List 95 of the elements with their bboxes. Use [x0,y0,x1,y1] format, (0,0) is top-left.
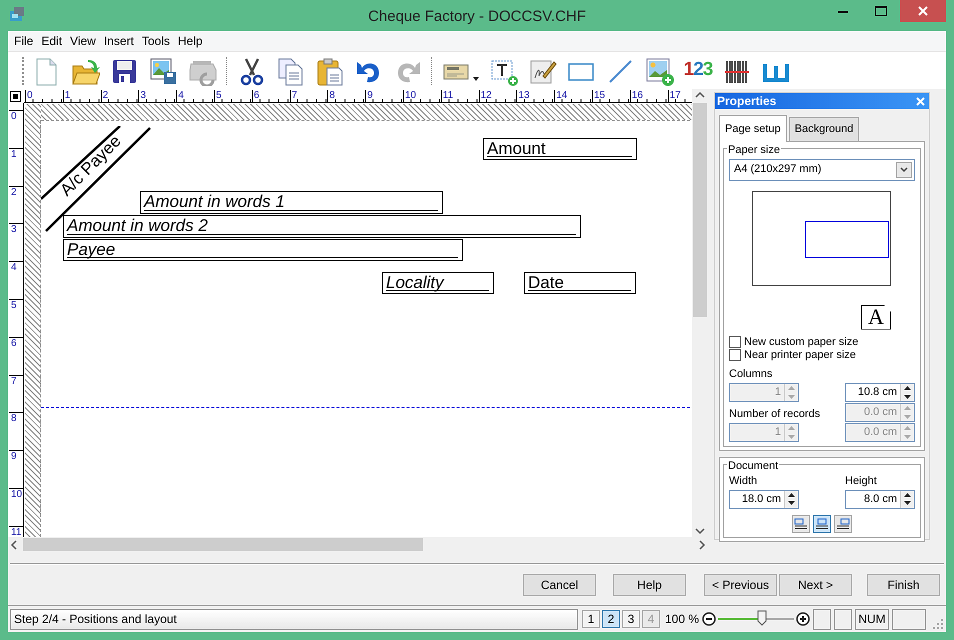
ruler-label: 16 [632,91,643,101]
checkbox[interactable] [729,349,741,361]
ruler-label: 6 [254,91,260,101]
menu-item[interactable]: Insert [100,32,138,50]
text-field[interactable]: Payee [63,239,463,261]
ruler-label: 7 [11,376,17,387]
status-panel [834,608,852,630]
spin-up-icon[interactable] [904,386,911,390]
field-label: Number of records [729,406,822,422]
orientation-icon[interactable]: A [861,304,891,330]
menu-item[interactable]: Tools [138,32,174,50]
field-label: Columns [729,366,774,382]
ruler-label: 12 [480,91,492,101]
ruler-label: 8 [11,414,17,424]
menu-item[interactable]: Edit [37,32,66,50]
spinner-field[interactable]: 18.0 cm [729,490,799,508]
ruler-label: 10 [11,490,22,500]
ruler-label: 0 [11,112,17,122]
save-image-icon[interactable] [148,56,178,86]
alignment-button[interactable] [813,514,831,532]
ruler-label: 2 [11,188,17,198]
text-field[interactable]: Amount [483,138,637,160]
text-field[interactable]: Date [524,272,636,294]
spinner-field[interactable]: 8.0 cm [845,490,915,508]
ruler-label: 15 [594,91,606,101]
ruler-label: 7 [292,91,298,101]
ruler-label: 1 [11,150,17,160]
close-button[interactable] [900,0,946,22]
status-text: Step 2/4 - Positions and layout [10,608,578,630]
alignment-button[interactable] [792,514,810,532]
add-image-icon[interactable] [644,56,674,86]
window-title: Cheque Factory - DOCCSV.CHF [367,7,587,27]
zoom-value: 100 % [664,611,699,628]
text-field[interactable]: Amount in words 2 [63,215,581,238]
alignment-button[interactable] [834,514,852,532]
app-icon [8,5,26,23]
ruler-label: 13 [518,91,530,101]
zoom-slider-thumb[interactable] [757,610,768,626]
status-indicator: NUM [855,608,889,630]
tab[interactable]: Background [788,117,860,140]
page-button[interactable]: 1 [582,610,600,628]
status-panel [892,608,926,630]
field-label: Width [729,474,758,489]
menu-item[interactable]: Help [174,32,207,50]
menu-item[interactable]: View [66,32,100,50]
status-panel [813,608,831,630]
ruler-label: 0 [27,91,33,101]
spin-down-icon[interactable] [904,394,911,399]
number-button[interactable]: 123 [683,54,713,86]
close-icon [918,6,928,16]
maximize-icon[interactable] [875,6,887,16]
ruler-label: 3 [11,225,17,236]
ruler-label: 10 [405,91,416,101]
ruler-label: 4 [11,263,17,274]
dialog-button[interactable]: < Previous [704,574,777,596]
ruler-label: 2 [102,91,108,101]
ruler-label: 4 [178,91,184,101]
text-field[interactable]: Amount in words 1 [140,191,443,214]
menu-item[interactable]: File [10,32,38,50]
ruler-label: 3 [140,91,146,101]
panel-title: Properties [717,93,776,110]
zoom-out-icon[interactable] [702,612,716,626]
ruler-label: 11 [11,528,22,537]
spin-down-icon[interactable] [904,501,911,506]
checkbox-label: New custom paper size [744,336,858,348]
checkbox-label: Near printer paper size [744,348,856,362]
horizontal-scrollbar[interactable] [8,537,708,552]
ruler-label: 1 [64,91,70,101]
ruler-label: 8 [329,91,335,101]
spin-up-icon[interactable] [788,492,795,497]
ruler-label: 17 [670,91,681,101]
ruler-label: 9 [11,452,17,462]
dialog-button[interactable]: Help [613,574,686,596]
spin-down-icon[interactable] [788,501,795,506]
spinner-field[interactable]: 10.8 cm [845,383,915,402]
ruler-label: 5 [216,91,222,101]
ruler-label: 9 [367,91,373,101]
page-button[interactable]: 3 [622,610,640,628]
checkbox[interactable] [729,336,741,348]
dialog-button[interactable]: Cancel [523,574,596,596]
dialog-button[interactable]: Next > [779,574,852,596]
zoom-in-icon[interactable] [796,612,810,626]
ruler-label: 14 [556,91,568,101]
spin-up-icon[interactable] [904,492,911,497]
tab[interactable]: Page setup [719,115,787,142]
page-button[interactable]: 2 [602,610,620,628]
ruler-label: 5 [11,301,17,311]
field-label: Height [845,474,878,489]
paper-size-dropdown[interactable]: A4 (210x297 mm) [729,158,915,180]
ruler-label: 11 [442,91,454,101]
ruler-label: 6 [11,338,17,349]
text-field[interactable]: Locality [382,272,494,294]
caret-icon[interactable] [473,76,479,80]
dialog-button[interactable]: Finish [867,574,940,596]
close-button[interactable] [916,96,925,106]
